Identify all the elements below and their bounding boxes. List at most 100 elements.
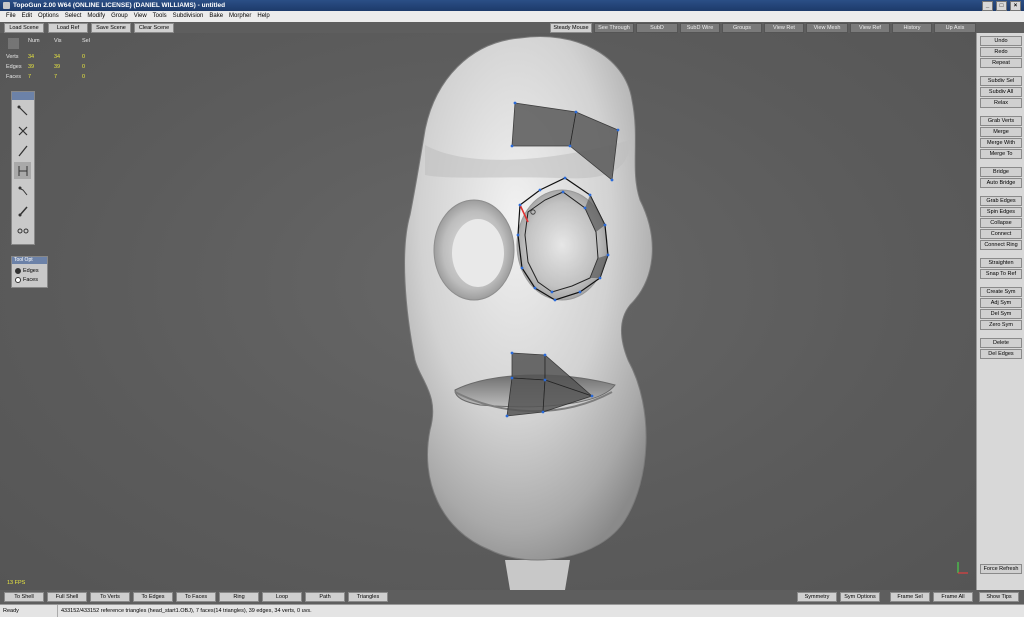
del-sym-button[interactable]: Del Sym xyxy=(980,309,1022,319)
draw-tool-icon[interactable] xyxy=(14,182,31,199)
select-tool-icon[interactable] xyxy=(14,102,31,119)
bridge-tool-icon[interactable] xyxy=(14,162,31,179)
bottom-toolbar: To Shell Full Shell To Verts To Edges To… xyxy=(0,590,1024,604)
merge-to-button[interactable]: Merge To xyxy=(980,149,1022,159)
collapse-button[interactable]: Collapse xyxy=(980,218,1022,228)
scene-render[interactable] xyxy=(0,33,976,590)
connect-button[interactable]: Connect xyxy=(980,229,1022,239)
menu-modify[interactable]: Modify xyxy=(84,11,108,22)
zero-sym-button[interactable]: Zero Sym xyxy=(980,320,1022,330)
bridge-button[interactable]: Bridge xyxy=(980,167,1022,177)
title-bar: TopoGun 2.00 W64 (ONLINE LICENSE) (DANIE… xyxy=(0,0,1024,11)
connect-ring-button[interactable]: Connect Ring xyxy=(980,240,1022,250)
auto-bridge-button[interactable]: Auto Bridge xyxy=(980,178,1022,188)
menu-edit[interactable]: Edit xyxy=(19,11,35,22)
loop-button[interactable]: Loop xyxy=(262,592,302,602)
history-button[interactable]: History xyxy=(892,23,932,33)
see-through-button[interactable]: See Through xyxy=(594,23,634,33)
menu-options[interactable]: Options xyxy=(35,11,62,22)
full-shell-button[interactable]: Full Shell xyxy=(47,592,87,602)
close-button[interactable]: × xyxy=(1010,1,1021,11)
grab-verts-button[interactable]: Grab Verts xyxy=(980,116,1022,126)
spin-edges-button[interactable]: Spin Edges xyxy=(980,207,1022,217)
merge-with-button[interactable]: Merge With xyxy=(980,138,1022,148)
menu-tools[interactable]: Tools xyxy=(150,11,170,22)
brush-tool-icon[interactable] xyxy=(14,202,31,219)
app-icon xyxy=(3,2,10,9)
show-tips-button[interactable]: Show Tips xyxy=(979,592,1019,602)
force-refresh-button[interactable]: Force Refresh xyxy=(980,564,1022,574)
symmetry-button[interactable]: Symmetry xyxy=(797,592,837,602)
subdiv-sel-button[interactable]: Subdiv Sel xyxy=(980,76,1022,86)
subdiv-all-button[interactable]: Subdiv All xyxy=(980,87,1022,97)
redo-button[interactable]: Redo xyxy=(980,47,1022,57)
maximize-button[interactable]: □ xyxy=(996,1,1007,11)
delete-tool-icon[interactable] xyxy=(14,122,31,139)
to-edges-button[interactable]: To Edges xyxy=(133,592,173,602)
to-shell-button[interactable]: To Shell xyxy=(4,592,44,602)
radio-unselected-icon[interactable] xyxy=(15,277,21,283)
tool-palette-header[interactable] xyxy=(12,92,34,100)
view-ref-button[interactable]: View Ref xyxy=(850,23,890,33)
tool-options-header: Tool Opt xyxy=(12,257,47,264)
menu-select[interactable]: Select xyxy=(62,11,85,22)
subd-wire-button[interactable]: SubD Wire xyxy=(680,23,720,33)
stats-value: 34 xyxy=(28,54,35,60)
to-faces-button[interactable]: To Faces xyxy=(176,592,216,602)
frame-all-button[interactable]: Frame All xyxy=(933,592,973,602)
ring-button[interactable]: Ring xyxy=(219,592,259,602)
del-edges-button[interactable]: Del Edges xyxy=(980,349,1022,359)
menu-group[interactable]: Group xyxy=(108,11,131,22)
repeat-button[interactable]: Repeat xyxy=(980,58,1022,68)
load-scene-button[interactable]: Load Scene xyxy=(4,23,44,33)
relax-button[interactable]: Relax xyxy=(980,98,1022,108)
option-faces[interactable]: Faces xyxy=(15,277,38,283)
radio-selected-icon[interactable] xyxy=(15,268,21,274)
menu-view[interactable]: View xyxy=(131,11,150,22)
tubes-tool-icon[interactable] xyxy=(14,222,31,239)
to-verts-button[interactable]: To Verts xyxy=(90,592,130,602)
snap-to-ref-button[interactable]: Snap To Ref xyxy=(980,269,1022,279)
menu-file[interactable]: File xyxy=(3,11,19,22)
up-axis-button[interactable]: Up Axis xyxy=(934,23,976,33)
load-ref-button[interactable]: Load Ref xyxy=(48,23,88,33)
stats-value: 7 xyxy=(28,74,32,80)
undo-button[interactable]: Undo xyxy=(980,36,1022,46)
window-title: TopoGun 2.00 W64 (ONLINE LICENSE) (DANIE… xyxy=(13,2,226,9)
triangles-button[interactable]: Triangles xyxy=(348,592,388,602)
straighten-button[interactable]: Straighten xyxy=(980,258,1022,268)
stats-label: Edges xyxy=(6,64,22,70)
frame-sel-button[interactable]: Frame Sel xyxy=(890,592,930,602)
groups-button[interactable]: Groups xyxy=(722,23,762,33)
view-ret-button[interactable]: View Ret xyxy=(764,23,804,33)
axis-gizmo-icon xyxy=(957,562,968,574)
menu-bar: File Edit Options Select Modify Group Vi… xyxy=(0,11,1024,22)
stats-value: 34 xyxy=(54,54,61,60)
3d-viewport[interactable] xyxy=(0,33,976,590)
stats-label: Verts xyxy=(6,54,19,60)
tool-options-panel: Tool Opt Edges Faces xyxy=(11,256,48,288)
clear-scene-button[interactable]: Clear Scene xyxy=(134,23,174,33)
create-sym-button[interactable]: Create Sym xyxy=(980,287,1022,297)
retopo-face[interactable] xyxy=(511,352,546,381)
subd-button[interactable]: SubD xyxy=(636,23,678,33)
menu-help[interactable]: Help xyxy=(254,11,272,22)
delete-button[interactable]: Delete xyxy=(980,338,1022,348)
merge-button[interactable]: Merge xyxy=(980,127,1022,137)
grab-edges-button[interactable]: Grab Edges xyxy=(980,196,1022,206)
fps-counter: 13 FPS xyxy=(7,580,26,586)
menu-morpher[interactable]: Morpher xyxy=(226,11,254,22)
sym-options-button[interactable]: Sym Options xyxy=(840,592,880,602)
view-mesh-button[interactable]: View Mesh xyxy=(806,23,848,33)
menu-bake[interactable]: Bake xyxy=(206,11,226,22)
adj-sym-button[interactable]: Adj Sym xyxy=(980,298,1022,308)
steady-mouse-button[interactable]: Steady Mouse xyxy=(550,23,592,33)
minimize-button[interactable]: _ xyxy=(982,1,993,11)
stats-value: 0 xyxy=(82,54,86,60)
edit-tool-icon[interactable] xyxy=(14,142,31,159)
save-scene-button[interactable]: Save Scene xyxy=(91,23,131,33)
option-edges[interactable]: Edges xyxy=(15,268,39,274)
menu-subdivision[interactable]: Subdivision xyxy=(170,11,207,22)
path-button[interactable]: Path xyxy=(305,592,345,602)
retopo-face[interactable] xyxy=(506,377,546,417)
